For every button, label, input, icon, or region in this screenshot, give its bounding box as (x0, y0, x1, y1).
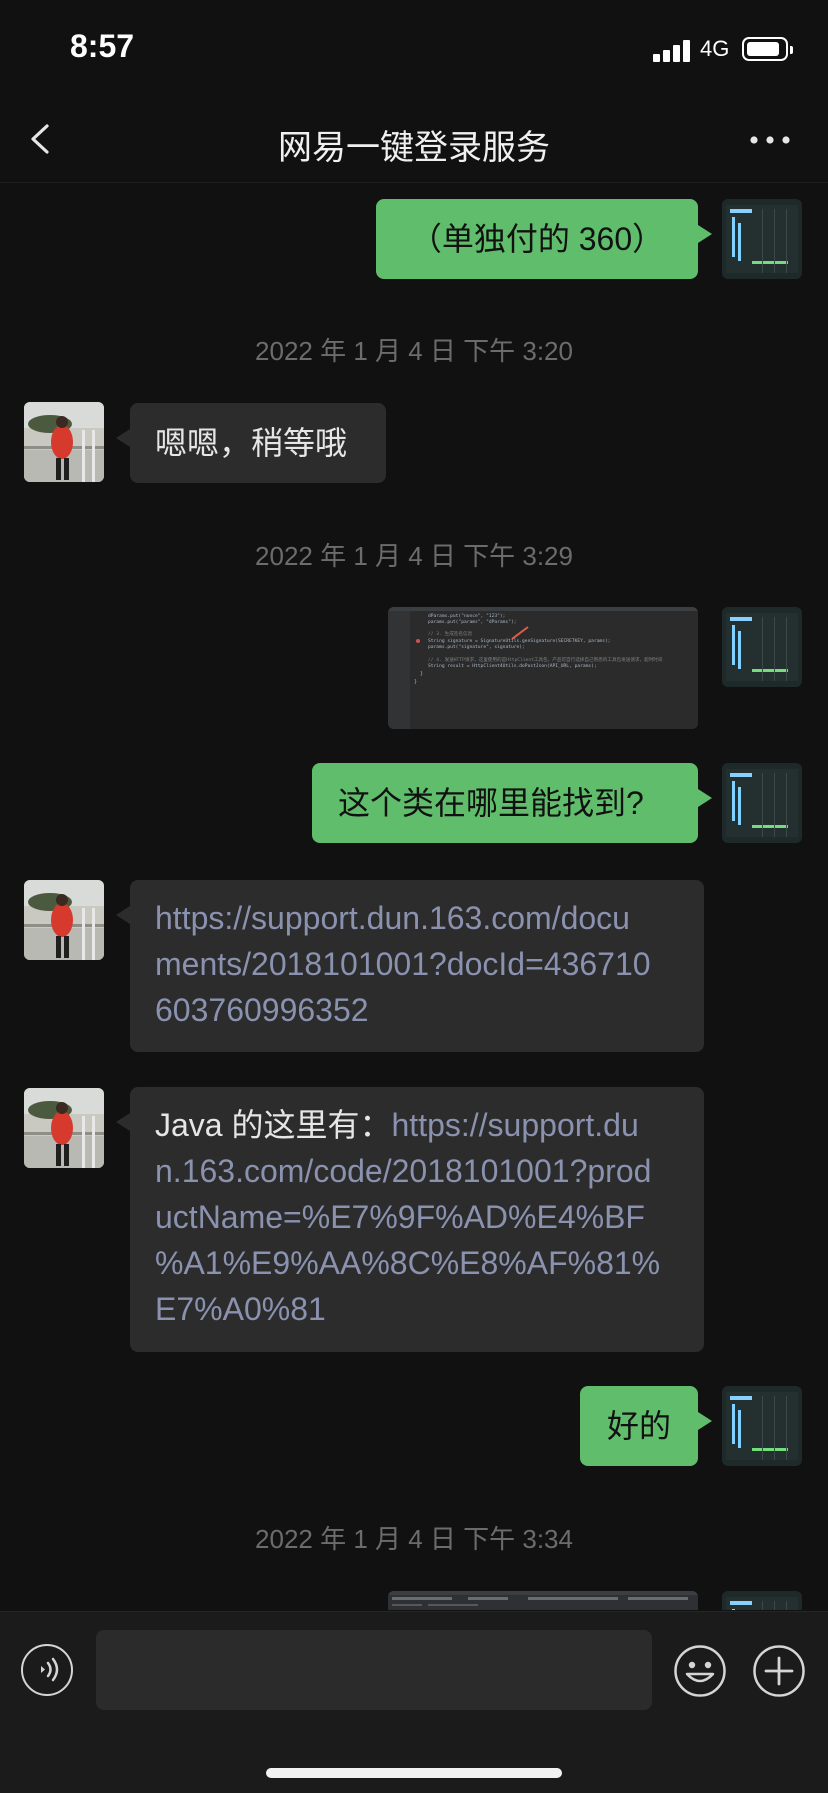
screenshot-image[interactable] (388, 1591, 698, 1610)
signal-icon (653, 38, 693, 62)
message-text: （单独付的 360） (409, 221, 665, 257)
message-link[interactable]: n.163.com/code/2018101001?prod (155, 1148, 704, 1194)
status-bar: 8:57 4G (0, 0, 828, 96)
timestamp: 2022 年 1 月 4 日 下午 3:34 (255, 1524, 573, 1554)
status-time: 8:57 (70, 28, 135, 64)
my-avatar[interactable] (722, 1591, 802, 1610)
my-avatar[interactable] (722, 763, 802, 843)
message-link[interactable]: 603760996352 (155, 987, 704, 1033)
message-link[interactable]: E7%A0%81 (155, 1286, 704, 1332)
plus-icon[interactable] (752, 1644, 806, 1698)
message-text: Java 的这里有： (155, 1107, 392, 1143)
voice-icon[interactable] (21, 1644, 73, 1696)
incoming-message-bubble[interactable]: https://support.dun.163.com/docu ments/2… (116, 880, 704, 1052)
svg-text:}: } (414, 679, 417, 685)
message-link[interactable]: https://support.dun.163.com/docu (155, 895, 704, 941)
incoming-message-bubble[interactable]: Java 的这里有：https://support.du n.163.com/c… (116, 1087, 704, 1352)
contact-avatar[interactable] (24, 402, 104, 482)
incoming-message-bubble[interactable]: 嗯嗯，稍等哦 (116, 403, 386, 483)
code-line: // 3. 生成签名信息 (428, 630, 473, 637)
message-text: 好的 (606, 1408, 671, 1444)
ide-screenshot-graphic (388, 1591, 698, 1610)
outgoing-message-bubble[interactable]: 好的 (580, 1386, 712, 1466)
chat-message-list[interactable]: （单独付的 360） 2022 年 1 月 4 日 下午 3:20 嗯嗯，稍等哦… (0, 183, 828, 1610)
svg-text:}: } (420, 671, 423, 677)
my-avatar[interactable] (722, 607, 802, 687)
nav-bar: 网易一键登录服务 (0, 96, 828, 183)
emoji-icon[interactable] (673, 1644, 727, 1698)
home-indicator[interactable] (266, 1768, 562, 1778)
contact-avatar[interactable] (24, 880, 104, 960)
more-dots-icon[interactable] (748, 132, 792, 148)
outgoing-message-bubble[interactable]: （单独付的 360） (376, 199, 712, 279)
code-screenshot-graphic: dParams.put("nonce", "123"); params.put(… (388, 607, 698, 729)
code-line: dParams.put("nonce", "123"); (428, 613, 505, 619)
code-line: params.put("signature", signature); (428, 644, 525, 650)
message-link[interactable]: uctName=%E7%9F%AD%E4%BF (155, 1194, 704, 1240)
message-text: 嗯嗯，稍等哦 (155, 425, 348, 461)
network-type: 4G (700, 36, 730, 61)
my-avatar[interactable] (722, 1386, 802, 1466)
message-text: 这个类在哪里能找到? (338, 785, 644, 821)
battery-icon (742, 37, 793, 61)
my-avatar[interactable] (722, 199, 802, 279)
code-line: params.put("params", "dParams"); (428, 619, 517, 625)
timestamp: 2022 年 1 月 4 日 下午 3:29 (255, 541, 573, 571)
code-line: // 4. 发送HTTP请求，这里使用的是HttpClient工具包，产品可自行… (428, 656, 663, 663)
message-input[interactable] (96, 1630, 652, 1710)
code-screenshot-image[interactable]: dParams.put("nonce", "123"); params.put(… (388, 607, 698, 729)
outgoing-message-bubble[interactable]: 这个类在哪里能找到? (312, 763, 712, 843)
chat-title: 网易一键登录服务 (278, 129, 550, 167)
message-link[interactable]: https://support.du (392, 1107, 639, 1143)
code-line: String signature = SignatureUtils.genSig… (428, 638, 611, 644)
message-link[interactable]: %A1%E9%AA%8C%E8%AF%81% (155, 1240, 704, 1286)
code-line: String result = HttpClient4Utils.doPostJ… (428, 663, 597, 669)
message-link[interactable]: ments/2018101001?docId=436710 (155, 941, 704, 987)
timestamp: 2022 年 1 月 4 日 下午 3:20 (255, 336, 573, 366)
input-bar (0, 1611, 828, 1793)
contact-avatar[interactable] (24, 1088, 104, 1168)
